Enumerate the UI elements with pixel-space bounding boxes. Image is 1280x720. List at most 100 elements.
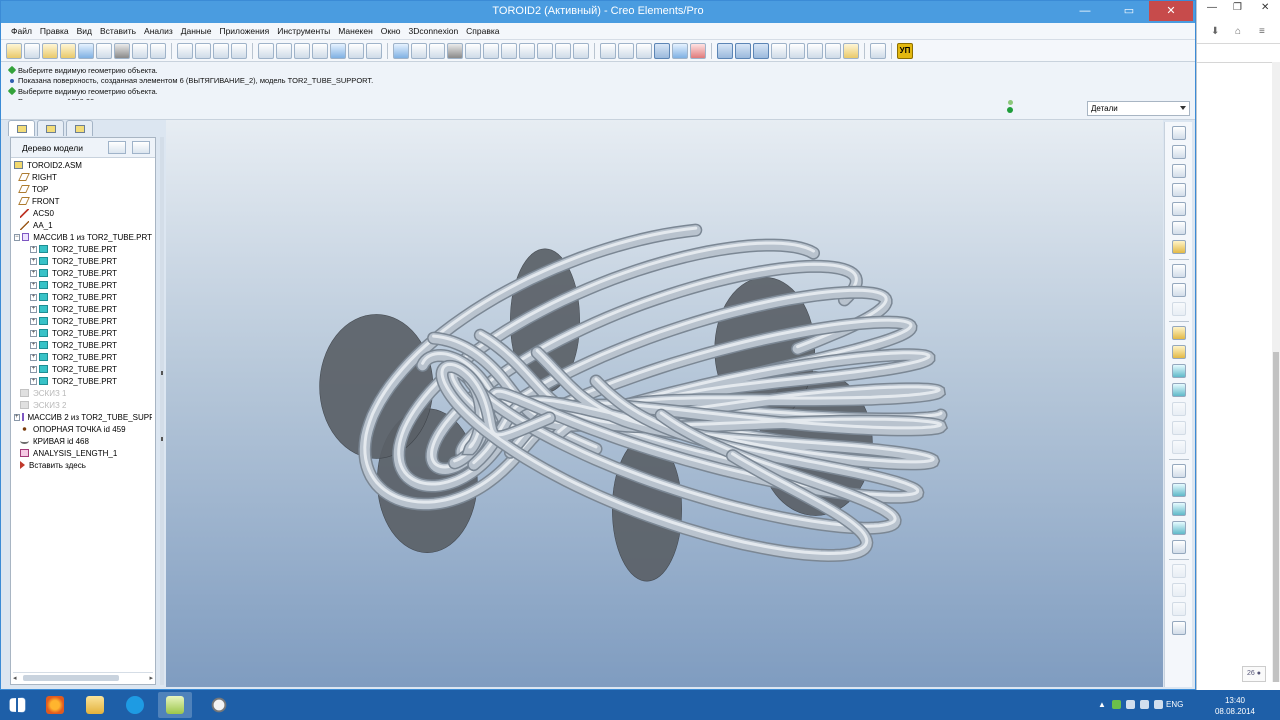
datum-axis-tool-icon[interactable] (1171, 164, 1186, 178)
find-icon[interactable] (348, 42, 364, 59)
zoom-out-icon[interactable] (501, 42, 517, 59)
layers-icon[interactable] (573, 42, 589, 59)
create-component-icon[interactable] (1171, 283, 1186, 297)
selection-box-icon[interactable] (366, 42, 382, 59)
no-hidden-icon[interactable] (636, 42, 652, 59)
undo-icon[interactable] (213, 42, 229, 59)
sash-grip-icon[interactable] (161, 437, 163, 441)
selection-filter-select[interactable]: Детали (1087, 101, 1190, 116)
tree-item[interactable]: КРИВАЯ id 468 (14, 435, 152, 447)
regenerate-icon[interactable] (195, 42, 211, 59)
language-indicator[interactable]: ENG (1166, 700, 1183, 709)
mirror-icon[interactable] (1171, 464, 1186, 478)
spin-center-icon[interactable] (411, 42, 427, 59)
toolbar-more-icon[interactable] (1171, 621, 1186, 635)
tree-item[interactable]: FRONT (14, 195, 152, 207)
menu-manikin[interactable]: Манекен (334, 23, 377, 39)
analysis-tool-icon[interactable] (1171, 240, 1186, 254)
sketch-tool-icon[interactable] (1171, 126, 1186, 140)
offset-icon[interactable] (1171, 540, 1186, 554)
up-button[interactable]: УП (897, 42, 913, 59)
browser-close-button[interactable]: ✕ (1261, 2, 1269, 13)
expand-icon[interactable]: + (30, 341, 37, 349)
tree-item[interactable]: +МАССИВ 2 из TOR2_TUBE_SUPPORT.PRT (14, 411, 152, 423)
reorient-icon[interactable] (537, 42, 553, 59)
datum-plane-tool-icon[interactable] (1171, 145, 1186, 159)
panel-sash[interactable] (160, 137, 164, 685)
tab-favorites[interactable] (66, 120, 93, 136)
menu-analysis[interactable]: Анализ (140, 23, 177, 39)
open-folder-icon[interactable] (60, 42, 76, 59)
menu-3dconnexion[interactable]: 3Dconnexion (405, 23, 463, 39)
close-window-icon[interactable] (177, 42, 193, 59)
open-icon[interactable] (42, 42, 58, 59)
close-button[interactable]: ✕ (1149, 1, 1193, 21)
taskbar-screenshot-tool[interactable] (202, 692, 236, 718)
datum-points-icon[interactable] (753, 42, 769, 59)
expand-icon[interactable]: + (30, 293, 37, 301)
taskbar-explorer[interactable] (78, 692, 112, 718)
refit-icon[interactable] (519, 42, 535, 59)
scroll-left-icon[interactable]: ◂ (13, 674, 17, 682)
expand-icon[interactable]: + (30, 317, 37, 325)
color-palette-icon[interactable] (690, 42, 706, 59)
menu-insert[interactable]: Вставить (96, 23, 140, 39)
taskbar-skype[interactable] (118, 692, 152, 718)
tree-item[interactable]: ACS0 (14, 207, 152, 219)
menu-file[interactable]: Файл (7, 23, 36, 39)
expand-icon[interactable]: + (30, 269, 37, 277)
sash-grip-icon[interactable] (161, 371, 163, 375)
notification-counter[interactable]: 26 ● (1242, 666, 1266, 682)
datum-curve-tool-icon[interactable] (1171, 183, 1186, 197)
zoom-in-icon[interactable] (483, 42, 499, 59)
graphics-window[interactable] (166, 120, 1163, 687)
assemble-icon[interactable] (1171, 264, 1186, 278)
send-mail-icon[interactable] (132, 42, 148, 59)
browser-minimize-button[interactable]: — (1207, 2, 1217, 13)
wireframe-icon[interactable] (600, 42, 616, 59)
tree-item[interactable]: ЭСКИЗ 1 (14, 387, 152, 399)
browser-scroll-thumb[interactable] (1273, 352, 1279, 682)
tab-model-tree[interactable] (8, 120, 35, 136)
point-tags-icon[interactable] (807, 42, 823, 59)
saved-views-icon[interactable] (555, 42, 571, 59)
tree-item[interactable]: + TOR2_TUBE.PRT (14, 339, 152, 351)
tree-item[interactable]: + TOR2_TUBE.PRT (14, 291, 152, 303)
csys-display-icon[interactable] (771, 42, 787, 59)
extrude-icon[interactable] (1171, 326, 1186, 340)
tree-item[interactable]: − МАССИВ 1 из TOR2_TUBE.PRT (14, 231, 152, 243)
tree-horizontal-scrollbar[interactable]: ◂ ▸ (13, 672, 153, 682)
redo-icon[interactable] (231, 42, 247, 59)
appearance-icon[interactable] (672, 42, 688, 59)
expand-icon[interactable]: + (30, 305, 37, 313)
tree-item[interactable]: + TOR2_TUBE.PRT (14, 255, 152, 267)
maximize-button[interactable]: ▭ (1115, 1, 1143, 21)
paste-icon[interactable] (294, 42, 310, 59)
csys-tool-icon[interactable] (1171, 221, 1186, 235)
menu-icon[interactable]: ≡ (1259, 26, 1265, 37)
tree-item[interactable]: + TOR2_TUBE.PRT (14, 303, 152, 315)
annotations-icon[interactable] (789, 42, 805, 59)
hidden-line-icon[interactable] (618, 42, 634, 59)
tree-item[interactable]: TOP (14, 183, 152, 195)
shaded-icon[interactable] (654, 42, 670, 59)
menu-applications[interactable]: Приложения (215, 23, 273, 39)
browser-scrollbar[interactable] (1272, 62, 1280, 682)
copy-icon[interactable] (276, 42, 292, 59)
new-icon[interactable] (6, 42, 22, 59)
collapse-icon[interactable]: − (14, 233, 20, 241)
csys-tags-icon[interactable] (825, 42, 841, 59)
tree-item[interactable]: Вставить здесь (14, 459, 152, 471)
shading-icon[interactable] (447, 42, 463, 59)
menu-data[interactable]: Данные (177, 23, 216, 39)
cut-icon[interactable] (258, 42, 274, 59)
toroid-model[interactable] (166, 120, 1163, 687)
tray-app-icon[interactable] (1112, 700, 1121, 709)
new-file-icon[interactable] (24, 42, 40, 59)
print-icon[interactable] (114, 42, 130, 59)
download-icon[interactable]: ⬇ (1211, 26, 1219, 37)
tree-item[interactable]: + TOR2_TUBE.PRT (14, 327, 152, 339)
tree-item[interactable]: + TOR2_TUBE.PRT (14, 351, 152, 363)
tree-item[interactable]: + TOR2_TUBE.PRT (14, 363, 152, 375)
save-copy-icon[interactable] (96, 42, 112, 59)
